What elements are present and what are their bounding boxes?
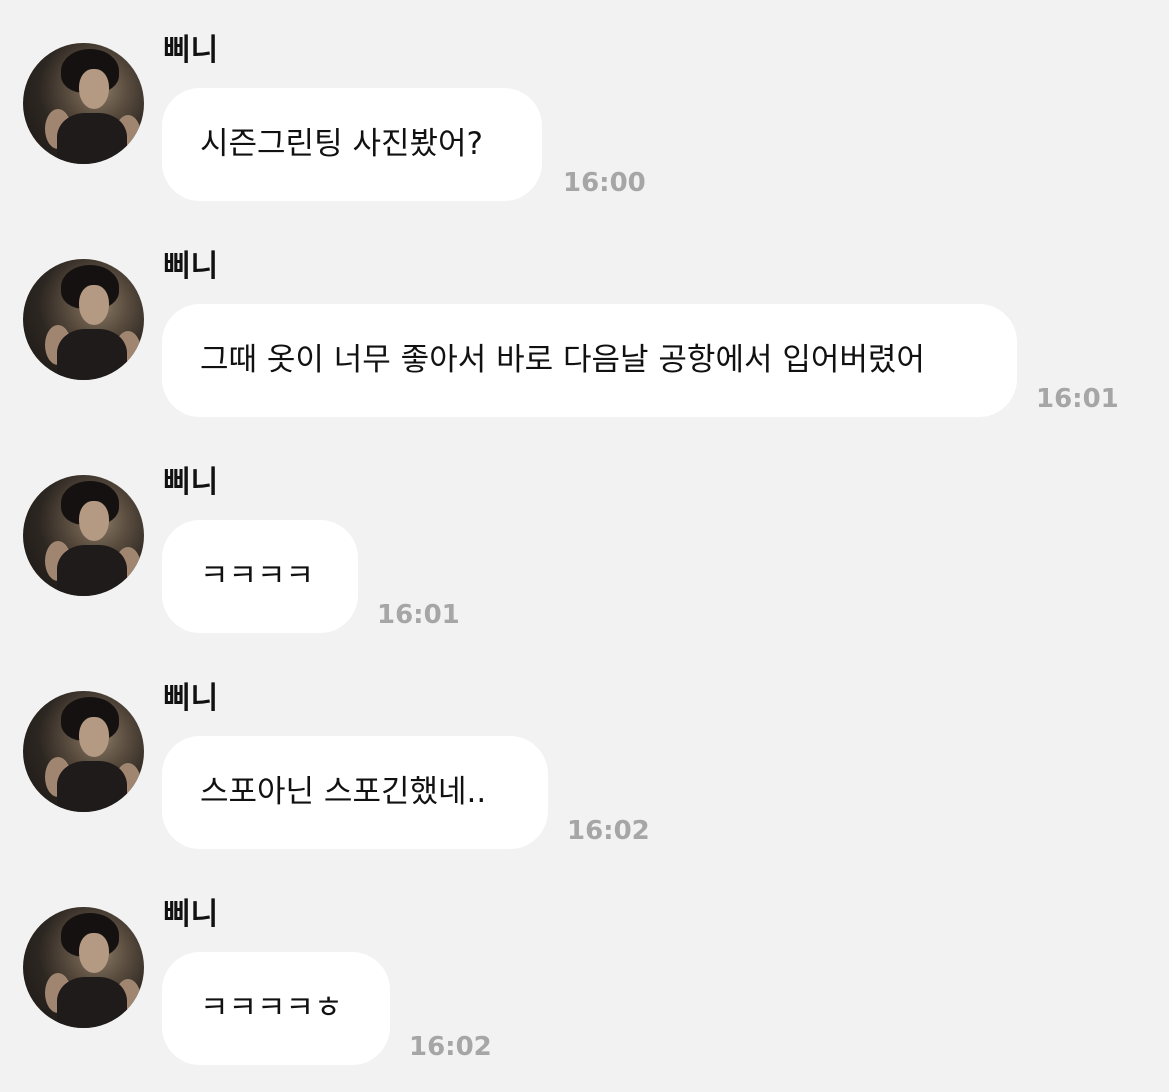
sender-name: 삐니: [163, 249, 219, 284]
avatar-face: [79, 285, 109, 325]
avatar-face: [79, 717, 109, 757]
message-row: 삐니 시즌그린팅 사진봤어? 16:00: [0, 0, 1169, 216]
avatar-body: [57, 113, 127, 164]
message-timestamp: 16:01: [1036, 384, 1119, 414]
sender-name: 삐니: [163, 33, 219, 68]
avatar-body: [57, 545, 127, 596]
message-row: 삐니 ㅋㅋㅋㅋㅎ 16:02: [0, 864, 1169, 1080]
sender-name: 삐니: [163, 897, 219, 932]
message-row: 삐니 스포아닌 스포긴했네.. 16:02: [0, 648, 1169, 864]
avatar[interactable]: [23, 259, 144, 380]
avatar-body: [57, 329, 127, 380]
avatar[interactable]: [23, 907, 144, 1028]
message-bubble[interactable]: 그때 옷이 너무 좋아서 바로 다음날 공항에서 입어버렸어: [162, 304, 1017, 417]
message-row: 삐니 ㅋㅋㅋㅋ 16:01: [0, 432, 1169, 648]
chat-message-list: 삐니 시즌그린팅 사진봤어? 16:00 삐니 그때 옷이 너무 좋아서 바로 …: [0, 0, 1169, 1092]
message-bubble[interactable]: ㅋㅋㅋㅋ: [162, 520, 358, 633]
avatar[interactable]: [23, 475, 144, 596]
avatar-face: [79, 501, 109, 541]
message-timestamp: 16:02: [409, 1032, 492, 1062]
message-timestamp: 16:01: [377, 600, 460, 630]
message-timestamp: 16:00: [563, 168, 646, 198]
avatar-body: [57, 761, 127, 812]
sender-name: 삐니: [163, 465, 219, 500]
message-bubble[interactable]: 시즌그린팅 사진봤어?: [162, 88, 542, 201]
avatar-face: [79, 933, 109, 973]
message-timestamp: 16:02: [567, 816, 650, 846]
message-bubble[interactable]: ㅋㅋㅋㅋㅎ: [162, 952, 390, 1065]
message-bubble[interactable]: 스포아닌 스포긴했네..: [162, 736, 548, 849]
message-row: 삐니 그때 옷이 너무 좋아서 바로 다음날 공항에서 입어버렸어 16:01: [0, 216, 1169, 432]
avatar-body: [57, 977, 127, 1028]
avatar[interactable]: [23, 691, 144, 812]
avatar[interactable]: [23, 43, 144, 164]
sender-name: 삐니: [163, 681, 219, 716]
avatar-face: [79, 69, 109, 109]
